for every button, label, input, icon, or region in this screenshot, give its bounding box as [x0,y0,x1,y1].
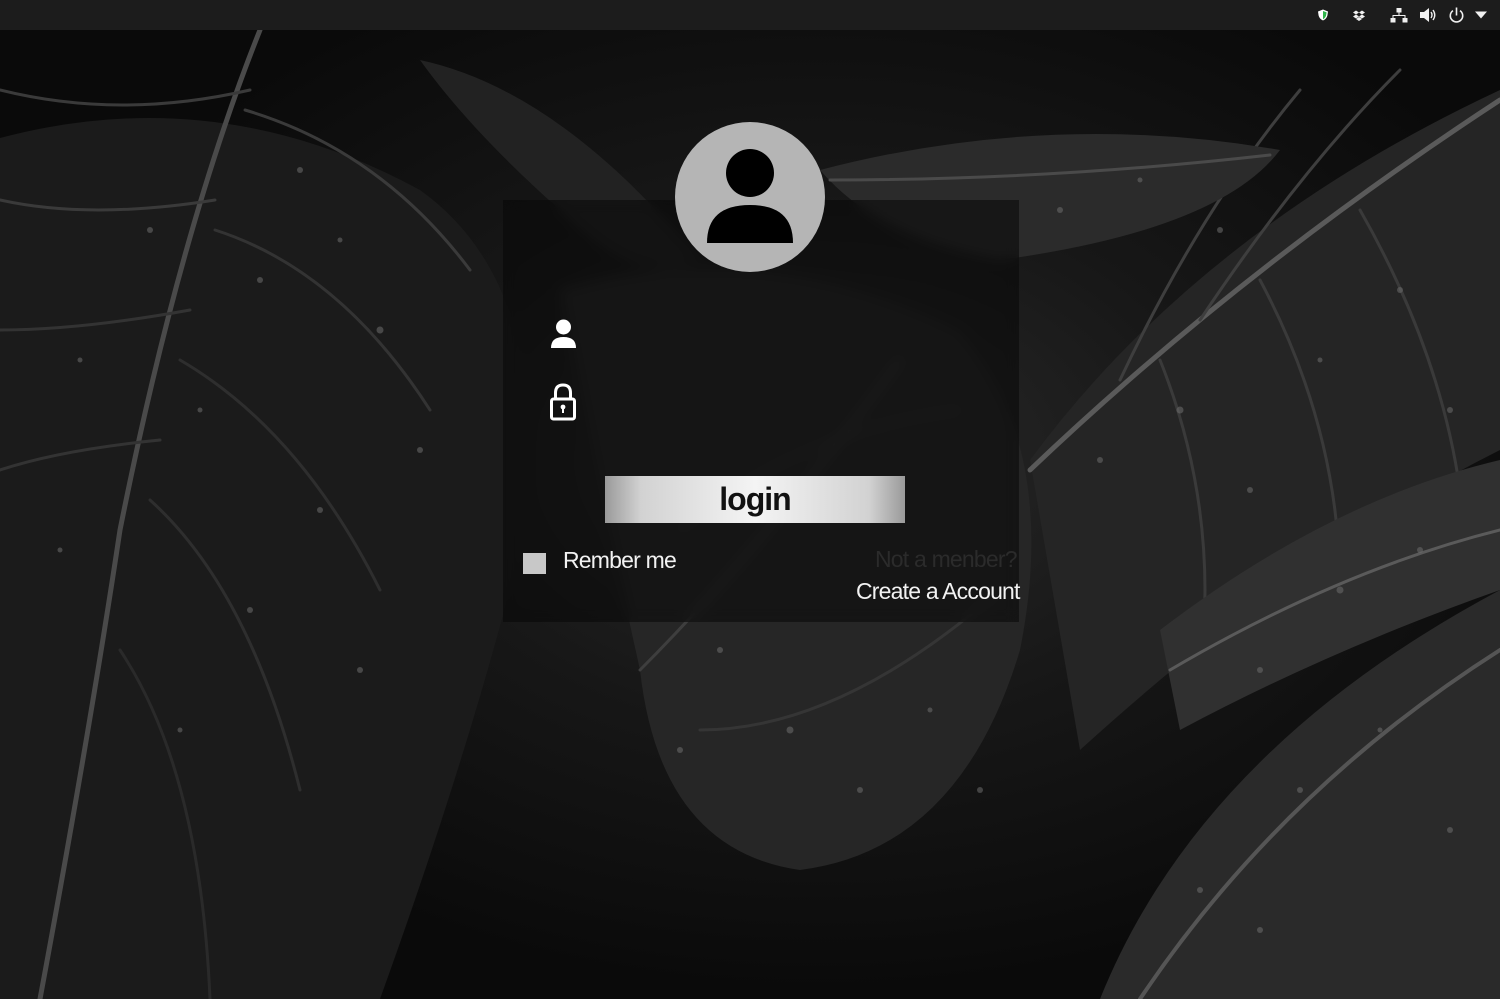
user-avatar-icon [707,149,793,243]
username-input[interactable] [590,316,1004,352]
login-screen: login Rember me Not a menber? Create a A… [0,0,1500,999]
lock-icon [549,382,577,427]
avatar [675,122,825,272]
power-icon[interactable] [1446,0,1466,30]
create-account-link[interactable]: Create a Account [856,578,1020,605]
user-icon [550,318,577,355]
menu-arrow-icon[interactable] [1472,0,1490,30]
system-top-bar [0,0,1500,30]
not-member-text: Not a menber? [875,546,1018,572]
login-button[interactable]: login [605,476,905,523]
volume-icon[interactable] [1417,0,1439,30]
network-icon[interactable] [1389,0,1409,30]
remember-me-checkbox[interactable] [523,553,546,574]
dropbox-icon[interactable] [1350,0,1368,30]
password-input[interactable] [590,386,1004,422]
remember-me-label: Rember me [563,547,677,573]
shield-icon[interactable] [1314,0,1332,30]
